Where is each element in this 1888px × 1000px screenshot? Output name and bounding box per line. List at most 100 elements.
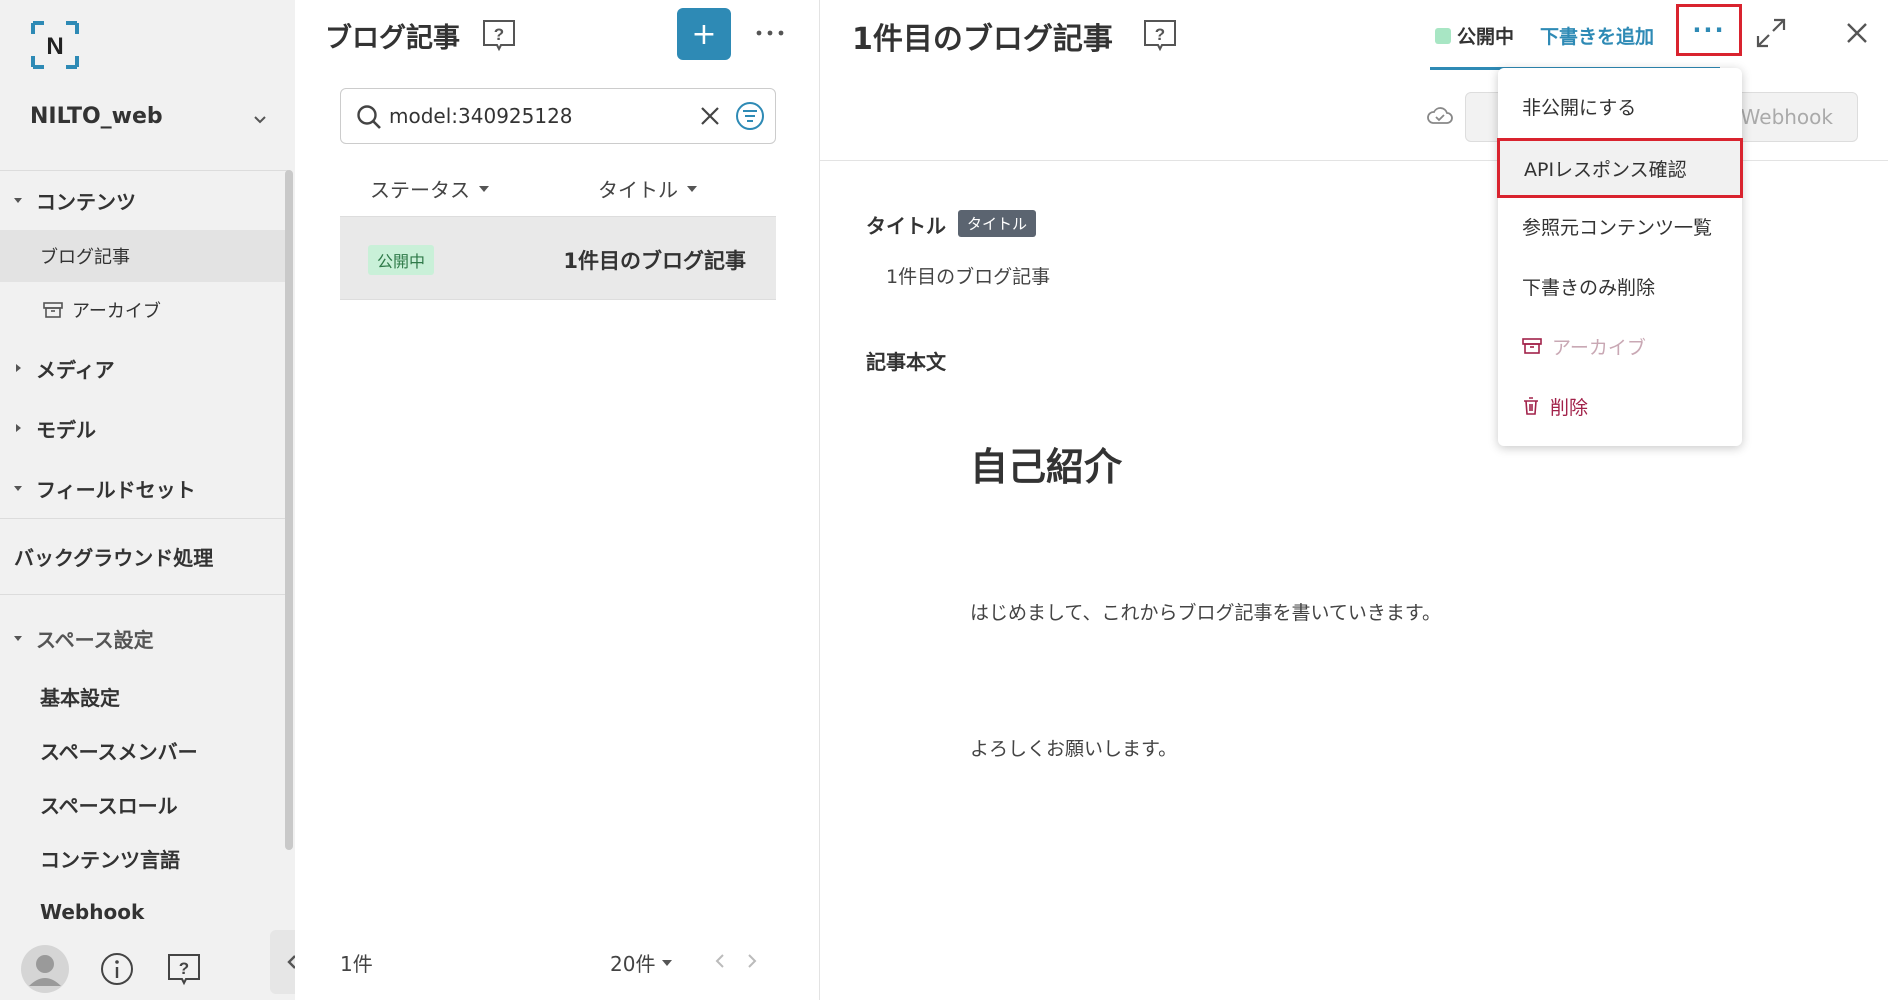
column-header-status[interactable]: ステータス — [370, 174, 490, 203]
caret-right-icon — [16, 364, 21, 372]
table-row[interactable]: 公開中 1件目のブログ記事 — [340, 216, 776, 300]
webhook-label: Webhook — [1740, 105, 1833, 129]
filter-icon[interactable] — [735, 101, 765, 131]
caret-down-icon — [14, 486, 22, 491]
sidebar-item-media[interactable]: メディア — [0, 342, 288, 394]
menu-item-api-response[interactable]: APIレスポンス確認 — [1497, 138, 1743, 198]
caret-down-icon — [14, 636, 22, 641]
menu-item-label: APIレスポンス確認 — [1524, 158, 1687, 181]
sort-caret-icon — [687, 185, 697, 192]
more-options-button[interactable]: ··· — [1676, 4, 1742, 56]
content-list-pane: ブログ記事 ? + model:340925128 ステータス タイトル 公開中… — [295, 0, 820, 1000]
sidebar-item-fieldset[interactable]: フィールドセット — [0, 462, 288, 514]
search-input[interactable]: model:340925128 — [340, 88, 776, 144]
sidebar-item-label: フィールドセット — [36, 477, 196, 502]
sidebar-item-label: コンテンツ言語 — [40, 847, 180, 872]
sidebar-item-label: スペースメンバー — [40, 739, 198, 764]
per-page-value: 20件 — [610, 952, 656, 976]
field-label-body: 記事本文 — [866, 350, 946, 374]
divider — [0, 594, 288, 595]
body-paragraph: はじめまして、これからブログ記事を書いていきます。 — [970, 602, 1442, 624]
sidebar-item-label: スペース設定 — [36, 627, 154, 652]
sidebar-item-label: スペースロール — [40, 793, 178, 818]
more-horizontal-icon[interactable] — [755, 28, 785, 38]
caret-down-icon — [14, 198, 22, 203]
caret-down-icon — [662, 959, 673, 966]
column-header-label: ステータス — [370, 178, 470, 202]
sort-caret-icon — [479, 185, 489, 192]
status-label: 公開中 — [1457, 26, 1515, 48]
sidebar-item-archive[interactable]: アーカイブ — [0, 284, 288, 336]
prev-page-icon[interactable] — [713, 952, 727, 970]
add-draft-link[interactable]: 下書きを追加 — [1540, 22, 1654, 49]
sidebar-item-space-roles[interactable]: スペースロール — [0, 778, 288, 830]
svg-text:?: ? — [494, 25, 504, 44]
sidebar-item-content-languages[interactable]: コンテンツ言語 — [0, 832, 288, 884]
sidebar-item-label: バックグラウンド処理 — [14, 545, 214, 570]
avatar-icon[interactable] — [20, 944, 70, 994]
archive-icon — [1522, 338, 1542, 354]
list-count: 1件 — [340, 952, 373, 976]
sidebar-item-label: モデル — [36, 417, 96, 442]
menu-item-label: 削除 — [1550, 396, 1589, 419]
sidebar-scrollbar[interactable] — [285, 170, 293, 850]
sidebar-item-contents[interactable]: コンテンツ — [0, 174, 288, 226]
search-icon — [357, 105, 381, 129]
divider — [0, 170, 288, 171]
next-page-icon[interactable] — [745, 952, 759, 970]
field-value-title: 1件目のブログ記事 — [886, 266, 1051, 288]
status-badge: 公開中 — [368, 245, 435, 275]
body-paragraph: よろしくお願いします。 — [970, 738, 1178, 760]
close-icon[interactable] — [1844, 20, 1870, 46]
list-title: ブログ記事 — [325, 23, 460, 54]
sidebar-item-background-jobs[interactable]: バックグラウンド処理 — [0, 530, 288, 582]
archive-icon — [43, 302, 63, 318]
space-name[interactable]: NILTO_web — [30, 104, 163, 129]
trash-icon — [1524, 397, 1538, 415]
sidebar-item-label: メディア — [36, 357, 115, 382]
chevron-down-icon[interactable] — [252, 112, 268, 128]
sidebar-item-blog[interactable]: ブログ記事 — [0, 230, 288, 282]
svg-text:?: ? — [179, 959, 189, 978]
expand-icon[interactable] — [1754, 16, 1788, 50]
row-title: 1件目のブログ記事 — [563, 249, 746, 273]
sidebar-item-label: Webhook — [40, 900, 145, 924]
field-label-title: タイトル — [866, 214, 946, 238]
menu-item-archive[interactable]: アーカイブ — [1498, 316, 1742, 376]
sidebar-item-space-members[interactable]: スペースメンバー — [0, 724, 288, 776]
nilto-logo[interactable]: N — [30, 20, 80, 70]
cloud-sync-icon — [1427, 107, 1453, 124]
add-content-button[interactable]: + — [677, 8, 731, 60]
detail-title: 1件目のブログ記事 — [852, 22, 1113, 57]
menu-item-delete-draft[interactable]: 下書きのみ削除 — [1498, 256, 1742, 316]
help-book-icon[interactable]: ? — [481, 18, 517, 52]
menu-item-delete[interactable]: 削除 — [1498, 376, 1742, 436]
svg-text:N: N — [46, 33, 63, 60]
menu-item-label: 参照元コンテンツ一覧 — [1522, 216, 1713, 239]
help-book-icon[interactable]: ? — [1142, 18, 1178, 52]
help-book-icon[interactable]: ? — [166, 952, 202, 986]
menu-item-unpublish[interactable]: 非公開にする — [1498, 76, 1742, 136]
menu-item-label: アーカイブ — [1552, 336, 1646, 359]
menu-item-label: 下書きのみ削除 — [1522, 276, 1656, 299]
sidebar-item-label: アーカイブ — [72, 301, 161, 322]
column-header-label: タイトル — [598, 178, 678, 202]
more-options-menu: 非公開にする APIレスポンス確認 参照元コンテンツ一覧 下書きのみ削除 アーカ… — [1497, 68, 1743, 446]
sidebar-item-basic-settings[interactable]: 基本設定 — [0, 670, 288, 722]
sidebar-item-space-settings[interactable]: スペース設定 — [0, 612, 288, 664]
sidebar-item-model[interactable]: モデル — [0, 402, 288, 454]
sidebar: N NILTO_web コンテンツ ブログ記事 アーカイブ メディア モデル フ… — [0, 0, 295, 1000]
info-icon[interactable] — [100, 952, 134, 986]
sidebar-item-label: 基本設定 — [40, 685, 120, 710]
sidebar-footer: ? — [0, 930, 295, 1000]
search-value: model:340925128 — [389, 104, 573, 128]
publish-status: 公開中 — [1435, 22, 1514, 49]
divider — [0, 518, 288, 519]
per-page-select[interactable]: 20件 — [610, 948, 673, 977]
caret-right-icon — [16, 424, 21, 432]
sidebar-item-label: ブログ記事 — [40, 247, 130, 268]
clear-icon[interactable] — [699, 105, 721, 127]
menu-item-referencing-contents[interactable]: 参照元コンテンツ一覧 — [1498, 196, 1742, 256]
status-indicator — [1435, 27, 1451, 44]
column-header-title[interactable]: タイトル — [598, 174, 698, 203]
